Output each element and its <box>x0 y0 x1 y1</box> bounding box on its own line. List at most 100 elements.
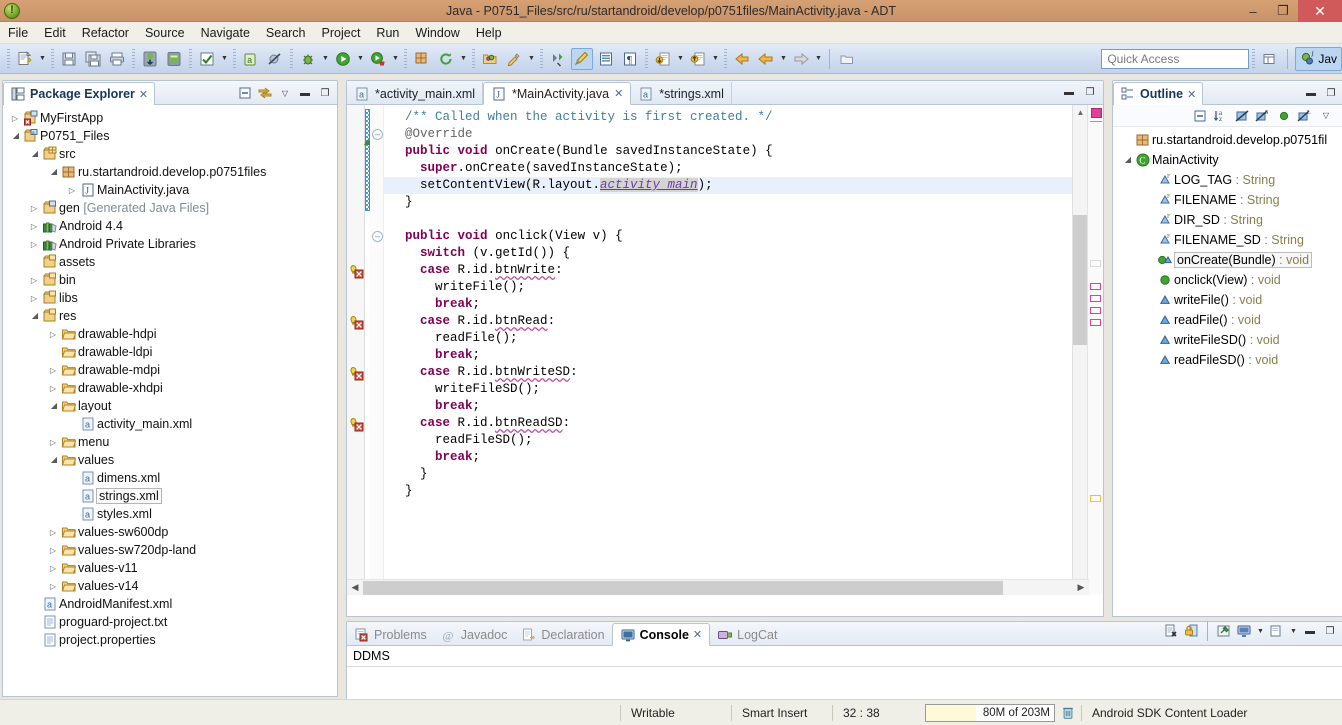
previous-edit-icon[interactable] <box>652 48 674 70</box>
tree-item-androidmanifest-xml[interactable]: a AndroidManifest.xml <box>3 595 337 613</box>
editor-hscroll-track[interactable] <box>363 580 1073 595</box>
run-icon[interactable] <box>332 48 354 70</box>
expand-arrow-icon[interactable]: ◢ <box>26 146 42 162</box>
code-line[interactable]: break; <box>384 398 1103 415</box>
quick-access-input[interactable]: Quick Access <box>1101 48 1250 69</box>
expand-arrow-icon[interactable]: ◢ <box>45 398 61 414</box>
search-icon[interactable] <box>503 48 525 70</box>
editor-vertical-scrollbar[interactable]: ▲ ▼ <box>1072 105 1088 595</box>
error-quickfix-marker-icon[interactable] <box>348 314 364 330</box>
tab-package-explorer[interactable]: Package Explorer ✕ <box>3 82 156 105</box>
minimize-icon[interactable]: ▬ <box>296 84 314 102</box>
outline-item-log-tag[interactable]: F LOG_TAG : String <box>1113 170 1342 190</box>
package-explorer-tree[interactable]: ▷ MyFirstApp ◢ a P0751_Files ◢ src ◢ ru.startand… <box>3 105 337 695</box>
maximize-icon[interactable]: ❐ <box>316 84 334 102</box>
refresh-dropdown-icon[interactable]: ▼ <box>458 48 469 70</box>
code-line[interactable]: setContentView(R.layout.activity_main); <box>384 177 1103 194</box>
back-icon[interactable] <box>731 48 753 70</box>
console-tab-console[interactable]: Console ✕ <box>611 623 711 646</box>
debug-icon[interactable] <box>297 48 319 70</box>
outline-item-readfile-[interactable]: readFile() : void <box>1113 310 1342 330</box>
save-icon[interactable] <box>58 48 80 70</box>
run-external-dropdown-icon[interactable]: ▼ <box>390 48 401 70</box>
link-with-editor-icon[interactable] <box>256 84 274 102</box>
overview-mark-error[interactable] <box>1090 283 1101 290</box>
minimize-icon[interactable]: ▬ <box>1060 83 1078 101</box>
menu-help[interactable]: Help <box>468 24 510 42</box>
code-line[interactable]: @Override <box>384 126 1103 143</box>
run-dropdown-icon[interactable]: ▼ <box>355 48 366 70</box>
collapse-all-icon[interactable] <box>1191 107 1209 125</box>
next-annotation-icon[interactable] <box>547 48 569 70</box>
console-tab-declaration[interactable]: Declaration <box>514 623 611 646</box>
collapse-arrow-icon[interactable]: ▷ <box>26 290 42 306</box>
collapse-arrow-icon[interactable]: ▷ <box>45 434 61 450</box>
menu-edit[interactable]: Edit <box>36 24 74 42</box>
code-line[interactable]: break; <box>384 347 1103 364</box>
tree-item-bin[interactable]: ▷ bin <box>3 271 337 289</box>
pin-console-icon[interactable] <box>1215 622 1233 640</box>
collapse-arrow-icon[interactable]: ▷ <box>45 542 61 558</box>
print-icon[interactable] <box>106 48 128 70</box>
tree-item-values-v14[interactable]: ▷ values-v14 <box>3 577 337 595</box>
outline-item-filename[interactable]: F FILENAME : String <box>1113 190 1342 210</box>
tree-item-ru-startandroid-develop-p0751files[interactable]: ◢ ru.startandroid.develop.p0751files <box>3 163 337 181</box>
error-quickfix-marker-icon[interactable] <box>348 365 364 381</box>
tree-item-values[interactable]: ◢ values <box>3 451 337 469</box>
close-icon[interactable]: ✕ <box>139 88 148 101</box>
expand-arrow-icon[interactable]: ◢ <box>1119 152 1135 168</box>
code-line[interactable]: case R.id.btnRead: <box>384 313 1103 330</box>
expand-arrow-icon[interactable]: ◢ <box>26 308 42 324</box>
tree-item-drawable-ldpi[interactable]: drawable-ldpi <box>3 343 337 361</box>
tree-item-res[interactable]: ◢ res <box>3 307 337 325</box>
check-build-icon[interactable] <box>196 48 218 70</box>
menu-refactor[interactable]: Refactor <box>74 24 137 42</box>
previous-edit-dropdown-icon[interactable]: ▼ <box>675 48 686 70</box>
outline-item-ru-startandroid-develop-p0751fil[interactable]: ru.startandroid.develop.p0751fil <box>1113 130 1342 150</box>
tree-item-assets[interactable]: assets <box>3 253 337 271</box>
console-tab-problems[interactable]: Problems <box>347 623 434 646</box>
hide-local-icon[interactable]: L <box>1296 107 1314 125</box>
fold-collapse-icon[interactable]: – <box>372 231 383 242</box>
code-line[interactable]: writeFile(); <box>384 279 1103 296</box>
code-line[interactable]: } <box>384 466 1103 483</box>
open-perspective-icon[interactable] <box>1259 48 1281 70</box>
tree-item-drawable-mdpi[interactable]: ▷ drawable-mdpi <box>3 361 337 379</box>
open-type-icon[interactable] <box>479 48 501 70</box>
collapse-arrow-icon[interactable]: ▷ <box>45 362 61 378</box>
maximize-button[interactable]: ❐ <box>1268 0 1298 22</box>
new-android-project-icon[interactable]: a <box>240 48 262 70</box>
editor-scroll-thumb[interactable] <box>1073 215 1088 345</box>
tree-item-myfirstapp[interactable]: ▷ MyFirstApp <box>3 109 337 127</box>
code-line[interactable]: break; <box>384 449 1103 466</box>
tree-item-libs[interactable]: ▷ libs <box>3 289 337 307</box>
new-wizard-icon[interactable] <box>14 48 36 70</box>
trash-icon[interactable] <box>1055 704 1081 722</box>
overview-mark-occurrence[interactable] <box>1090 260 1101 267</box>
tree-item-proguard-project-txt[interactable]: proguard-project.txt <box>3 613 337 631</box>
collapse-arrow-icon[interactable]: ▷ <box>45 560 61 576</box>
code-line[interactable]: case R.id.btnWriteSD: <box>384 364 1103 381</box>
open-console-icon[interactable] <box>1268 622 1286 640</box>
tree-item-drawable-hdpi[interactable]: ▷ drawable-hdpi <box>3 325 337 343</box>
tree-item-src[interactable]: ◢ src <box>3 145 337 163</box>
code-line[interactable]: readFile(); <box>384 330 1103 347</box>
maximize-icon[interactable]: ❐ <box>1321 622 1339 640</box>
hide-fields-icon[interactable] <box>1233 107 1251 125</box>
run-external-tools-icon[interactable] <box>367 48 389 70</box>
outline-item-dir-sd[interactable]: F DIR_SD : String <box>1113 210 1342 230</box>
expand-arrow-icon[interactable]: ◢ <box>45 452 61 468</box>
code-line[interactable]: break; <box>384 296 1103 313</box>
save-all-icon[interactable] <box>82 48 104 70</box>
tree-item-menu[interactable]: ▷ menu <box>3 433 337 451</box>
open-dropdown-icon[interactable]: ▼ <box>1288 620 1299 642</box>
maximize-icon[interactable]: ❐ <box>1322 84 1340 102</box>
refresh-icon[interactable] <box>435 48 457 70</box>
overview-mark-error[interactable] <box>1090 307 1101 314</box>
close-icon[interactable]: ✕ <box>614 87 623 100</box>
expand-arrow-icon[interactable]: ◢ <box>45 164 61 180</box>
outline-item-onclick-view-[interactable]: onclick(View) : void <box>1113 270 1342 290</box>
tree-item-mainactivity-java[interactable]: ▷ J MainActivity.java <box>3 181 337 199</box>
error-quickfix-marker-icon[interactable] <box>348 416 364 432</box>
collapse-arrow-icon[interactable]: ▷ <box>26 236 42 252</box>
